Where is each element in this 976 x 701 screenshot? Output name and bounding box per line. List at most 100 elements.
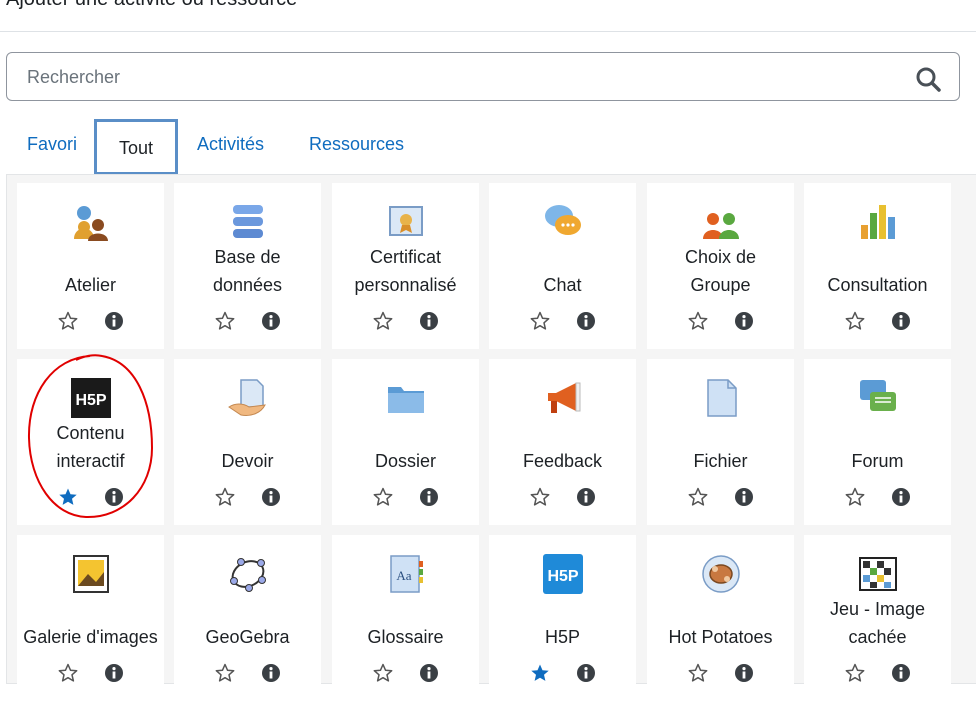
info-icon[interactable] (891, 311, 911, 331)
info-icon[interactable] (419, 487, 439, 507)
assignment-icon (227, 379, 266, 416)
star-icon[interactable] (845, 663, 865, 683)
glossary-icon: Aa (389, 555, 423, 593)
info-icon[interactable] (261, 311, 281, 331)
hidden-picture-icon (858, 557, 897, 591)
starred-icon[interactable] (530, 663, 550, 683)
info-icon[interactable] (576, 663, 596, 683)
module-label-line2: Groupe (690, 275, 751, 295)
info-icon[interactable] (419, 311, 439, 331)
module-label-line2: données (212, 275, 283, 295)
folder-icon (387, 387, 424, 413)
tab-tout[interactable]: Tout (94, 119, 178, 175)
search-icon[interactable] (915, 66, 941, 92)
geogebra-icon (229, 558, 266, 592)
module-label-line2: Devoir (221, 451, 274, 471)
module-card[interactable]: GeoGebra (174, 535, 321, 701)
star-icon[interactable] (215, 663, 235, 683)
module-card[interactable]: Base de données (174, 183, 321, 349)
module-label-line1: Choix de (684, 247, 757, 267)
search-field[interactable]: Rechercher (6, 52, 960, 101)
red-annotation-circle (27, 354, 154, 519)
module-label-line2: Hot Potatoes (668, 627, 773, 647)
module-label-line2: Feedback (522, 451, 603, 471)
module-label-line1: Jeu - Image (829, 599, 926, 619)
info-icon[interactable] (104, 311, 124, 331)
module-label-line2: Glossaire (367, 627, 444, 647)
info-icon[interactable] (734, 487, 754, 507)
info-icon[interactable] (261, 487, 281, 507)
hot-potatoes-icon (701, 555, 740, 593)
module-card[interactable]: Feedback (489, 359, 636, 525)
h5p-blue-icon: H5P (542, 554, 583, 594)
star-icon[interactable] (373, 311, 393, 331)
certificate-icon (388, 206, 423, 236)
star-icon[interactable] (688, 487, 708, 507)
module-label-line1: Base de (214, 247, 281, 267)
info-icon[interactable] (576, 487, 596, 507)
info-icon[interactable] (419, 663, 439, 683)
info-icon[interactable] (734, 663, 754, 683)
survey-chart-icon (860, 205, 895, 239)
module-card[interactable]: Forum (804, 359, 951, 525)
title-divider (0, 31, 976, 32)
module-label-line2: Atelier (64, 275, 117, 295)
image-gallery-icon (72, 555, 109, 593)
modal-title: Ajouter une activité ou ressource (6, 0, 297, 11)
group-choice-icon (702, 213, 739, 239)
svg-text:Aa: Aa (396, 568, 411, 583)
module-label-line2: cachée (848, 627, 907, 647)
info-icon[interactable] (261, 663, 281, 683)
module-card[interactable]: Jeu - Image cachée (804, 535, 951, 701)
tab-ressources[interactable]: Ressources (309, 134, 404, 155)
star-icon[interactable] (530, 487, 550, 507)
module-card[interactable]: Hot Potatoes (647, 535, 794, 701)
star-icon[interactable] (215, 487, 235, 507)
search-input[interactable]: Rechercher (27, 67, 120, 88)
forum-icon (859, 380, 896, 411)
module-card[interactable]: Dossier (332, 359, 479, 525)
module-label-line2: H5P (544, 627, 580, 647)
svg-text:H5P: H5P (547, 568, 578, 585)
star-icon[interactable] (845, 487, 865, 507)
module-card[interactable]: Consultation (804, 183, 951, 349)
module-card[interactable]: Galerie d'images (17, 535, 164, 701)
module-card[interactable]: Certificat personnalisé (332, 183, 479, 349)
module-card[interactable]: Chat (489, 183, 636, 349)
star-icon[interactable] (373, 487, 393, 507)
module-label-line2: Forum (851, 451, 904, 471)
module-label-line2: Chat (543, 275, 582, 295)
star-icon[interactable] (845, 311, 865, 331)
star-icon[interactable] (688, 663, 708, 683)
star-icon[interactable] (58, 311, 78, 331)
database-icon (232, 205, 263, 238)
module-card[interactable]: Fichier (647, 359, 794, 525)
star-icon[interactable] (215, 311, 235, 331)
info-icon[interactable] (576, 311, 596, 331)
star-icon[interactable] (373, 663, 393, 683)
star-icon[interactable] (530, 311, 550, 331)
module-label-line2: Consultation (827, 275, 928, 295)
module-label-line2: personnalisé (354, 275, 457, 295)
chat-icon (544, 205, 581, 235)
workshop-icon (73, 206, 108, 241)
star-icon[interactable] (58, 663, 78, 683)
module-label-line2: Dossier (374, 451, 436, 471)
info-icon[interactable] (891, 663, 911, 683)
module-card[interactable]: Atelier (17, 183, 164, 349)
module-label-line1: Certificat (369, 247, 441, 267)
info-icon[interactable] (734, 311, 754, 331)
module-label-line2: Fichier (693, 451, 748, 471)
info-icon[interactable] (104, 663, 124, 683)
star-icon[interactable] (688, 311, 708, 331)
tab-activites[interactable]: Activités (197, 134, 264, 155)
module-card[interactable]: Aa Glossaire (332, 535, 479, 701)
module-label-line2: Galerie d'images (23, 627, 158, 647)
info-icon[interactable] (891, 487, 911, 507)
module-card[interactable]: Devoir (174, 359, 321, 525)
module-label-line2: GeoGebra (205, 627, 290, 647)
module-card[interactable]: Choix de Groupe (647, 183, 794, 349)
file-icon (706, 379, 737, 417)
tab-favori[interactable]: Favori (27, 134, 77, 155)
module-card[interactable]: H5P H5P (489, 535, 636, 701)
